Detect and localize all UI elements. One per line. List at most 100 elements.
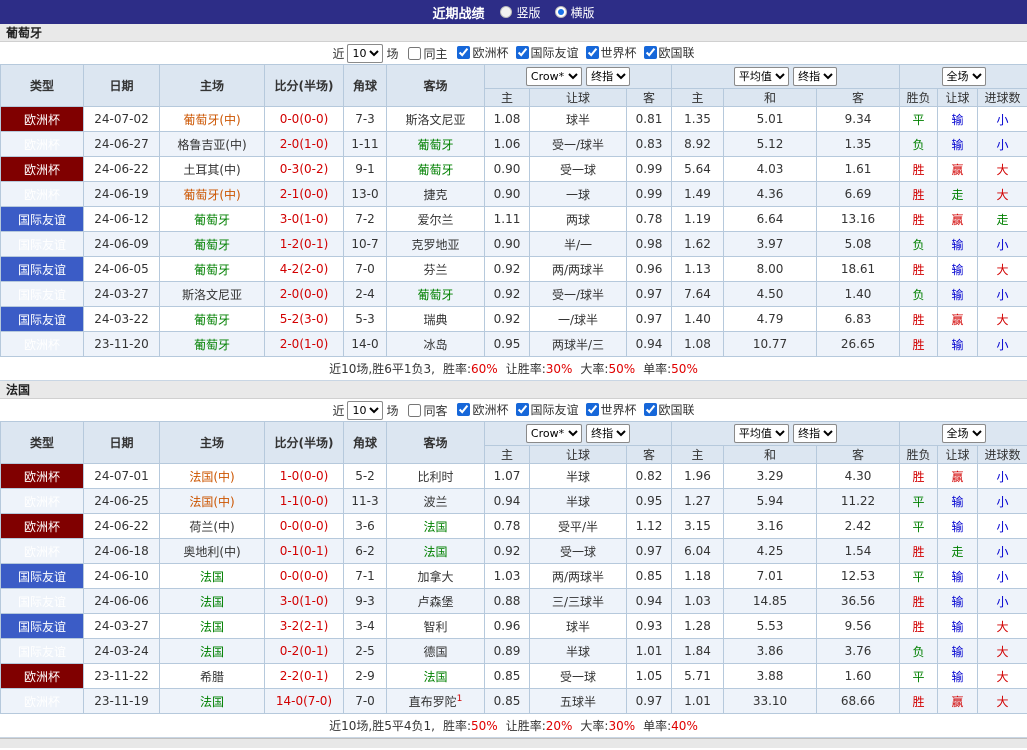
same-venue-checkbox[interactable] <box>408 47 421 60</box>
col-header-away: 客场 <box>387 422 485 464</box>
euro-home-odds-cell: 1.84 <box>672 639 724 664</box>
away-team-cell: 葡萄牙 <box>387 132 485 157</box>
euro-home-odds-cell: 3.15 <box>672 514 724 539</box>
asian-handicap-cell: 三/三球半 <box>530 589 627 614</box>
score-cell: 1-1(0-0) <box>265 489 344 514</box>
match-scope-select[interactable]: 全场 <box>942 67 986 86</box>
asian-home-odds-cell: 0.90 <box>485 232 530 257</box>
asian-odds-time-select[interactable]: 终指 <box>586 67 630 86</box>
result-goals-cell: 小 <box>978 539 1027 564</box>
asian-home-odds-cell: 1.07 <box>485 464 530 489</box>
match-scope-select[interactable]: 全场 <box>942 424 986 443</box>
away-team-cell: 比利时 <box>387 464 485 489</box>
result-handicap-cell: 输 <box>938 614 978 639</box>
competition-checkbox[interactable] <box>516 46 529 59</box>
euro-odds-source-select[interactable]: 平均值 <box>734 67 789 86</box>
asian-home-odds-cell: 0.90 <box>485 157 530 182</box>
asian-home-odds-cell: 0.95 <box>485 332 530 357</box>
match-type-cell: 国际友谊 <box>1 639 84 664</box>
match-count-select[interactable]: 10 <box>347 401 383 420</box>
match-type-cell: 国际友谊 <box>1 614 84 639</box>
away-team-cell: 直布罗陀1 <box>387 689 485 714</box>
result-goals-cell: 大 <box>978 664 1027 689</box>
competition-filter-1[interactable]: 国际友谊 <box>509 44 579 61</box>
match-type-cell: 国际友谊 <box>1 207 84 232</box>
euro-draw-odds-cell: 5.53 <box>724 614 817 639</box>
euro-away-odds-cell: 6.69 <box>817 182 900 207</box>
asian-handicap-cell: 半球 <box>530 464 627 489</box>
euro-draw-odds-cell: 3.97 <box>724 232 817 257</box>
same-venue-filter[interactable]: 同主 <box>401 45 447 62</box>
match-type-cell: 欧洲杯 <box>1 132 84 157</box>
match-count-select[interactable]: 10 <box>347 44 383 63</box>
euro-odds-time-select[interactable]: 终指 <box>793 67 837 86</box>
bookmaker-select[interactable]: Crow* <box>526 67 582 86</box>
col-header-home: 主场 <box>160 422 265 464</box>
recent-suffix-label: 场 <box>386 45 398 62</box>
result-handicap-cell: 走 <box>938 539 978 564</box>
asian-handicap-cell: 受一球 <box>530 664 627 689</box>
euro-away-odds-cell: 4.30 <box>817 464 900 489</box>
result-handicap-cell: 输 <box>938 282 978 307</box>
away-team-cell: 智利 <box>387 614 485 639</box>
sub-header-asian-handicap: 让球 <box>530 89 627 107</box>
euro-away-odds-cell: 12.53 <box>817 564 900 589</box>
euro-odds-time-select[interactable]: 终指 <box>793 424 837 443</box>
match-row: 欧洲杯24-07-02葡萄牙(中)0-0(0-0)7-3斯洛文尼亚1.08球半0… <box>1 107 1027 132</box>
result-goals-cell: 小 <box>978 282 1027 307</box>
matches-body: 欧洲杯24-07-01法国(中)1-0(0-0)5-2比利时1.07半球0.82… <box>1 464 1027 714</box>
away-team-cell: 克罗地亚 <box>387 232 485 257</box>
competition-checkbox[interactable] <box>644 403 657 416</box>
view-mode-radio-0[interactable]: 竖版 <box>500 4 540 21</box>
asian-odds-time-select[interactable]: 终指 <box>586 424 630 443</box>
competition-filter-3[interactable]: 欧国联 <box>637 44 695 61</box>
same-venue-filter[interactable]: 同客 <box>401 402 447 419</box>
col-header-type: 类型 <box>1 422 84 464</box>
result-handicap-cell: 输 <box>938 489 978 514</box>
result-goals-cell: 小 <box>978 332 1027 357</box>
radio-icon[interactable] <box>555 6 567 18</box>
score-cell: 0-0(0-0) <box>265 514 344 539</box>
match-date-cell: 24-06-12 <box>84 207 160 232</box>
euro-home-odds-cell: 5.64 <box>672 157 724 182</box>
competition-filter-3[interactable]: 欧国联 <box>637 401 695 418</box>
competition-filter-2[interactable]: 世界杯 <box>579 401 637 418</box>
asian-away-odds-cell: 0.85 <box>627 564 672 589</box>
asian-away-odds-cell: 0.97 <box>627 282 672 307</box>
competition-checkbox[interactable] <box>644 46 657 59</box>
competition-checkbox[interactable] <box>457 46 470 59</box>
bookmaker-select[interactable]: Crow* <box>526 424 582 443</box>
competition-filter-1[interactable]: 国际友谊 <box>509 401 579 418</box>
same-venue-checkbox[interactable] <box>408 404 421 417</box>
euro-away-odds-cell: 3.76 <box>817 639 900 664</box>
match-type-cell: 欧洲杯 <box>1 489 84 514</box>
radio-icon[interactable] <box>500 6 512 18</box>
competition-checkbox[interactable] <box>457 403 470 416</box>
result-wdl-cell: 胜 <box>900 689 938 714</box>
euro-away-odds-cell: 68.66 <box>817 689 900 714</box>
competition-filter-2[interactable]: 世界杯 <box>579 44 637 61</box>
sub-header-euro-away: 客 <box>817 89 900 107</box>
competition-checkbox[interactable] <box>586 46 599 59</box>
competition-checkbox[interactable] <box>516 403 529 416</box>
match-row: 欧洲杯23-11-20葡萄牙2-0(1-0)14-0冰岛0.95两球半/三0.9… <box>1 332 1027 357</box>
competition-filter-0[interactable]: 欧洲杯 <box>450 44 508 61</box>
match-row: 欧洲杯24-06-18奥地利(中)0-1(0-1)6-2法国0.92受一球0.9… <box>1 539 1027 564</box>
euro-odds-source-select[interactable]: 平均值 <box>734 424 789 443</box>
match-type-cell: 欧洲杯 <box>1 332 84 357</box>
summary-stat: 单率:50% <box>643 360 698 377</box>
view-mode-radio-1[interactable]: 横版 <box>555 4 595 21</box>
euro-draw-odds-cell: 6.64 <box>724 207 817 232</box>
result-wdl-cell: 胜 <box>900 157 938 182</box>
competition-checkbox[interactable] <box>586 403 599 416</box>
competition-filter-0[interactable]: 欧洲杯 <box>450 401 508 418</box>
euro-home-odds-cell: 5.71 <box>672 664 724 689</box>
competition-label: 国际友谊 <box>531 44 579 61</box>
summary-stat: 单率:40% <box>643 717 698 734</box>
home-team-cell: 奥地利(中) <box>160 539 265 564</box>
asian-away-odds-cell: 0.96 <box>627 257 672 282</box>
euro-home-odds-cell: 6.04 <box>672 539 724 564</box>
euro-home-odds-cell: 1.49 <box>672 182 724 207</box>
result-goals-cell: 小 <box>978 107 1027 132</box>
match-date-cell: 24-07-02 <box>84 107 160 132</box>
